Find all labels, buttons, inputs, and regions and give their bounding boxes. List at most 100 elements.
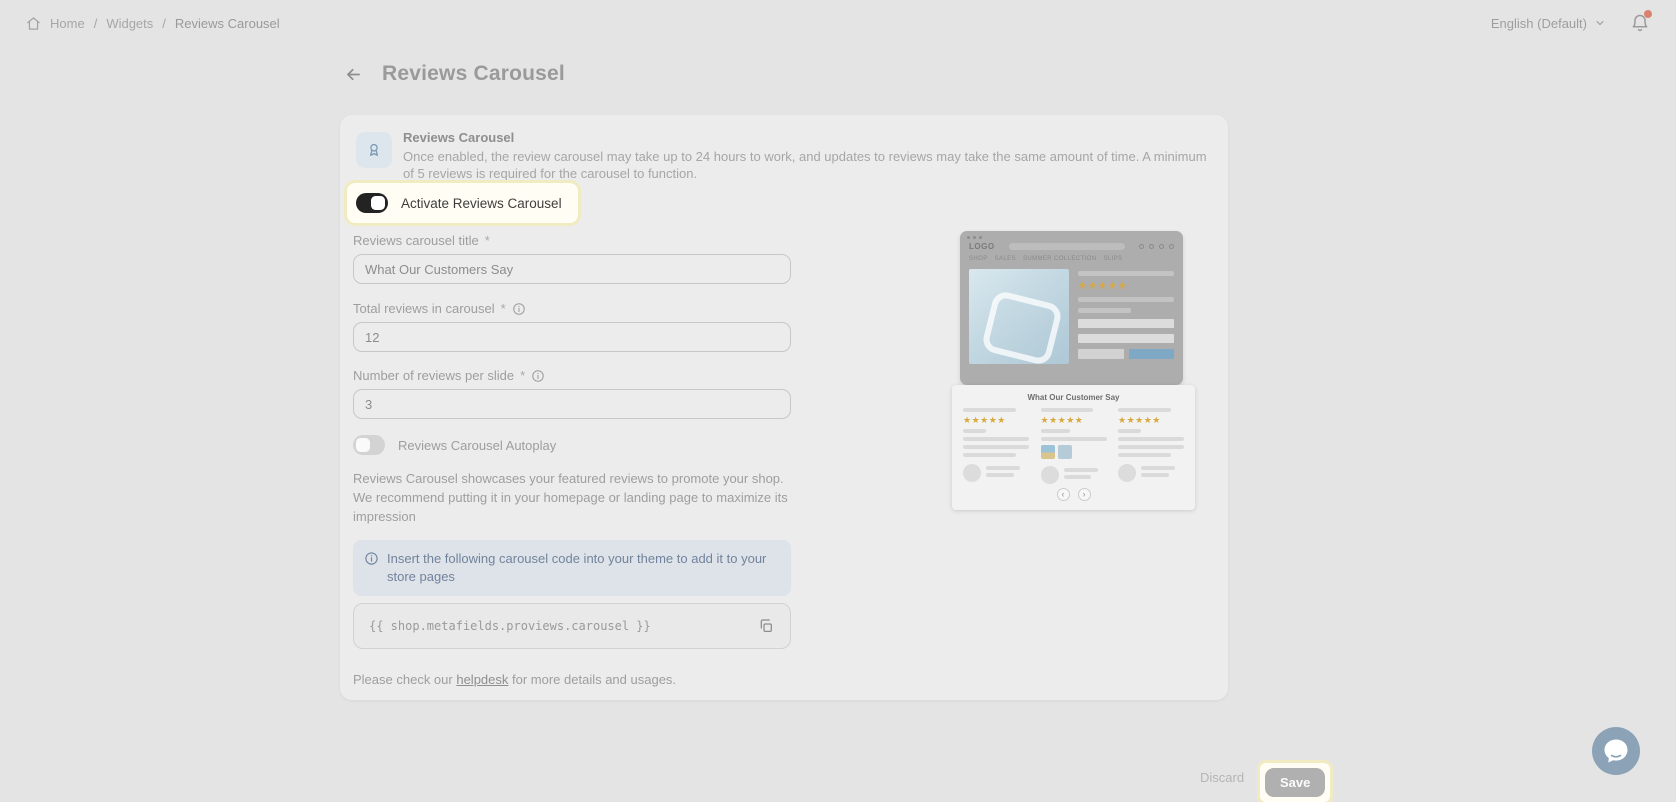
- mock-nav-item: SLIPS: [1103, 256, 1123, 262]
- notifications-button[interactable]: [1630, 10, 1652, 33]
- chat-bubble-icon: [1592, 727, 1640, 775]
- placeholder-bar: [963, 445, 1029, 449]
- reviews-carousel-icon: [356, 132, 392, 168]
- autoplay-row: Reviews Carousel Autoplay: [353, 435, 556, 455]
- review-card: ★★★★★: [1040, 408, 1107, 484]
- mock-nav-item: SALES: [994, 256, 1016, 262]
- mock-header-icons: [1139, 244, 1174, 249]
- breadcrumb: Home / Widgets / Reviews Carousel: [26, 16, 280, 31]
- placeholder-bar: [963, 429, 987, 433]
- helpdesk-link[interactable]: helpdesk: [456, 672, 508, 687]
- chat-launcher-button[interactable]: [1592, 727, 1640, 775]
- label-text: Number of reviews per slide: [353, 368, 515, 383]
- placeholder-bar: [986, 473, 1014, 477]
- info-banner: Insert the following carousel code into …: [353, 540, 791, 597]
- mock-primary-button: [1128, 349, 1174, 359]
- mock-product-section: ★★★★★: [960, 266, 1183, 367]
- mock-buttons: [1078, 349, 1174, 359]
- mock-input-field: [1078, 319, 1174, 328]
- copy-code-button[interactable]: [751, 611, 781, 641]
- placeholder-bar: [1063, 475, 1092, 479]
- placeholder-bar: [1078, 297, 1174, 302]
- carousel-next-arrow: ›: [1077, 488, 1091, 501]
- home-icon[interactable]: [26, 16, 41, 31]
- placeholder-bar: [1141, 466, 1176, 470]
- card-header: Reviews Carousel Once enabled, the revie…: [356, 130, 1212, 183]
- mock-nav-item: SUMMER COLLECTION: [1022, 256, 1097, 262]
- mock-product-details: ★★★★★: [1078, 269, 1174, 364]
- breadcrumb-home[interactable]: Home: [50, 16, 85, 31]
- label-text: Reviews carousel title: [353, 233, 479, 248]
- required-mark: *: [500, 301, 506, 316]
- breadcrumb-widgets[interactable]: Widgets: [106, 16, 153, 31]
- carousel-title-label: Reviews carousel title *: [353, 233, 490, 248]
- card-description: Once enabled, the review carousel may ta…: [403, 149, 1207, 182]
- activate-toggle-spotlight: Activate Reviews Carousel: [347, 183, 578, 223]
- back-arrow-icon: [346, 68, 360, 80]
- breadcrumb-separator: /: [93, 15, 98, 31]
- language-selector[interactable]: English (Default): [1491, 16, 1606, 31]
- required-mark: *: [520, 368, 526, 383]
- carousel-title-input[interactable]: [353, 254, 791, 284]
- review-stars: ★★★★★: [1118, 415, 1161, 425]
- placeholder-bar: [1118, 445, 1184, 449]
- total-reviews-label: Total reviews in carousel *: [353, 301, 526, 316]
- label-text: Total reviews in carousel: [353, 301, 495, 316]
- mock-logo: LOGO: [969, 242, 995, 251]
- carousel-pagination: ‹ ›: [963, 488, 1184, 501]
- info-icon[interactable]: [531, 369, 545, 383]
- autoplay-toggle-label: Reviews Carousel Autoplay: [398, 437, 557, 453]
- placeholder-bar: [1118, 408, 1171, 412]
- reviews-per-slide-label: Number of reviews per slide *: [353, 368, 545, 383]
- review-photo-thumbnail: [1040, 445, 1055, 459]
- activate-toggle-label: Activate Reviews Carousel: [401, 195, 562, 211]
- toggle-knob: [371, 196, 385, 210]
- placeholder-bar: [1078, 271, 1174, 276]
- activate-reviews-toggle[interactable]: [356, 193, 388, 213]
- review-author: [1040, 466, 1107, 484]
- autoplay-toggle[interactable]: [353, 435, 385, 455]
- placeholder-bar: [1040, 429, 1071, 433]
- avatar: [963, 464, 981, 482]
- discard-button[interactable]: Discard: [1200, 770, 1244, 785]
- helpdesk-note: Please check our helpdesk for more detai…: [353, 672, 676, 687]
- mock-nav-item: SHOP: [969, 256, 988, 262]
- info-icon[interactable]: [512, 302, 526, 316]
- total-reviews-input[interactable]: [353, 322, 791, 352]
- review-card: ★★★★★: [1118, 408, 1184, 484]
- review-author: [1118, 464, 1184, 482]
- carousel-prev-arrow: ‹: [1056, 488, 1070, 501]
- topbar-right: English (Default): [1491, 10, 1652, 33]
- browser-dots: [960, 231, 1183, 239]
- mock-product-stars: ★★★★★: [1078, 281, 1128, 292]
- toggle-knob: [356, 438, 370, 452]
- notification-dot: [1644, 10, 1652, 18]
- topbar: Home / Widgets / Reviews Carousel Englis…: [0, 0, 1676, 46]
- review-stars: ★★★★★: [963, 415, 1006, 425]
- review-card: ★★★★★: [963, 408, 1029, 484]
- chevron-down-icon: [1594, 17, 1606, 29]
- save-button[interactable]: Save: [1265, 768, 1326, 797]
- card-header-text: Reviews Carousel Once enabled, the revie…: [403, 130, 1212, 183]
- mock-product-image: [969, 269, 1069, 364]
- mock-secondary-button: [1078, 349, 1124, 359]
- reviews-per-slide-input[interactable]: [353, 389, 791, 419]
- placeholder-bar: [1078, 308, 1131, 313]
- carousel-preview-mock: What Our Customer Say ★★★★★ ★★★★★ ★★★★★ …: [952, 385, 1195, 510]
- required-mark: *: [484, 233, 490, 248]
- save-button-spotlight: Save: [1260, 763, 1331, 802]
- carousel-mock-title: What Our Customer Say: [1027, 393, 1120, 402]
- info-banner-text: Insert the following carousel code into …: [387, 551, 767, 585]
- carousel-mock-cards: ★★★★★ ★★★★★ ★★★★★: [963, 408, 1184, 484]
- review-photos: [1040, 445, 1107, 459]
- placeholder-bar: [963, 437, 1029, 441]
- review-author: [963, 464, 1029, 482]
- back-button[interactable]: [341, 62, 365, 86]
- helpdesk-suffix: for more details and usages.: [508, 672, 677, 687]
- avatar: [1040, 466, 1059, 484]
- placeholder-bar: [1040, 408, 1094, 412]
- copy-icon: [760, 619, 772, 632]
- mock-header: LOGO: [960, 239, 1183, 253]
- info-icon: [365, 552, 378, 565]
- card-title: Reviews Carousel: [403, 130, 515, 145]
